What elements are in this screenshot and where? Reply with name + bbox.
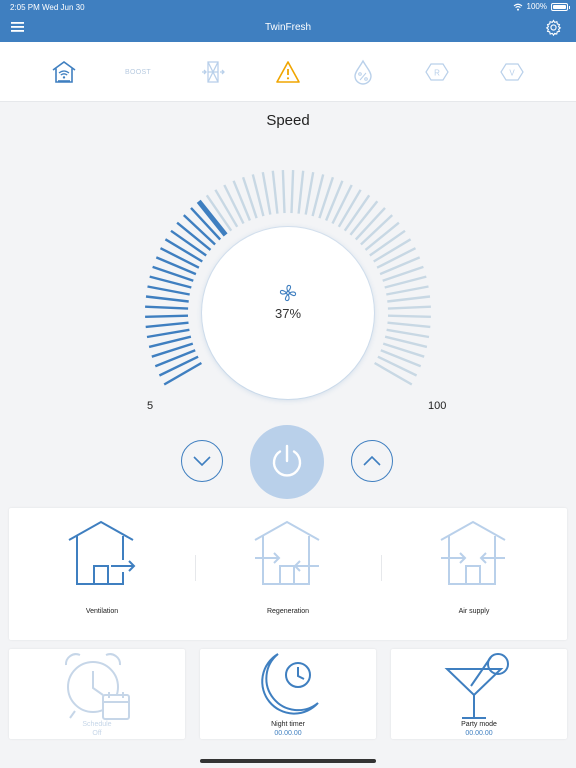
- house-arrow-out-icon: [68, 520, 136, 585]
- divider: [195, 555, 196, 581]
- dial-tick: [261, 171, 272, 215]
- power-icon: [272, 444, 302, 477]
- dial-tick: [281, 170, 286, 214]
- dial-tick-active: [163, 361, 203, 386]
- dial-tick-active: [164, 238, 203, 263]
- dial-tick: [387, 314, 431, 318]
- night-timer-value: 00.00.00: [274, 730, 302, 737]
- party-mode-tile[interactable]: Party mode 00.00.00: [391, 649, 567, 739]
- speed-min-label: 5: [147, 400, 154, 412]
- dial-tick: [379, 256, 421, 276]
- speed-up-button[interactable]: [351, 440, 393, 482]
- dial-tick: [337, 189, 362, 228]
- dial-tick-active: [145, 305, 189, 310]
- chevron-up-icon: [363, 456, 381, 466]
- dial-tick: [386, 328, 430, 339]
- dial-tick: [386, 285, 429, 296]
- mode-air-supply[interactable]: Air supply: [381, 508, 567, 640]
- cocktail-icon: [444, 653, 509, 719]
- dial-tick: [223, 184, 245, 225]
- dial-tick: [214, 189, 239, 228]
- mode-label: Regeneration: [266, 608, 310, 615]
- night-timer-tile[interactable]: Night timer 00.00.00: [200, 649, 376, 739]
- dial-tick-active: [155, 256, 197, 276]
- dial-tick: [373, 361, 413, 386]
- dial-tick: [377, 355, 418, 377]
- dial-tick: [376, 247, 417, 269]
- mode-label: Air supply: [458, 608, 490, 615]
- fan-icon: [279, 284, 297, 302]
- dial-tick: [331, 184, 353, 225]
- speed-max-label: 100: [428, 400, 447, 412]
- party-mode-value: 00.00.00: [465, 730, 493, 737]
- dial-tick: [387, 295, 431, 303]
- dial-tick: [373, 238, 412, 263]
- dial-tick: [290, 170, 295, 214]
- dial-tick-active: [158, 355, 199, 377]
- party-mode-label: Party mode: [461, 721, 497, 728]
- dial-tick-active: [159, 247, 200, 269]
- house-arrows-in-icon: [440, 520, 506, 585]
- mode-ventilation[interactable]: Ventilation: [9, 508, 195, 640]
- dial-tick-active: [147, 285, 190, 296]
- moon-clock-icon: [261, 653, 319, 715]
- dial-tick-active: [146, 328, 190, 339]
- schedule-value: Off: [92, 730, 102, 737]
- speed-dial-center: 37%: [202, 227, 374, 399]
- dial-tick: [271, 170, 279, 214]
- divider: [381, 555, 382, 581]
- mode-label: Ventilation: [85, 608, 119, 615]
- dial-tick: [387, 321, 431, 329]
- home-indicator: [200, 759, 376, 763]
- dial-tick: [304, 171, 315, 215]
- schedule-tile[interactable]: Schedule Off: [9, 649, 185, 739]
- alarm-clock-icon: [64, 653, 130, 720]
- mode-selector: Ventilation Regeneration Air supply: [9, 508, 567, 640]
- house-arrows-both-icon: [254, 520, 320, 585]
- night-timer-label: Night timer: [271, 721, 305, 728]
- chevron-down-icon: [193, 456, 211, 466]
- dial-tick-active: [145, 295, 189, 303]
- power-button[interactable]: [250, 425, 324, 499]
- schedule-label: Schedule: [82, 721, 112, 728]
- dial-tick-active: [145, 314, 189, 318]
- dial-tick: [387, 305, 431, 310]
- mode-regeneration[interactable]: Regeneration: [195, 508, 381, 640]
- dial-tick-active: [145, 321, 189, 329]
- dial-tick: [297, 170, 305, 214]
- speed-down-button[interactable]: [181, 440, 223, 482]
- speed-value: 37%: [274, 306, 302, 321]
